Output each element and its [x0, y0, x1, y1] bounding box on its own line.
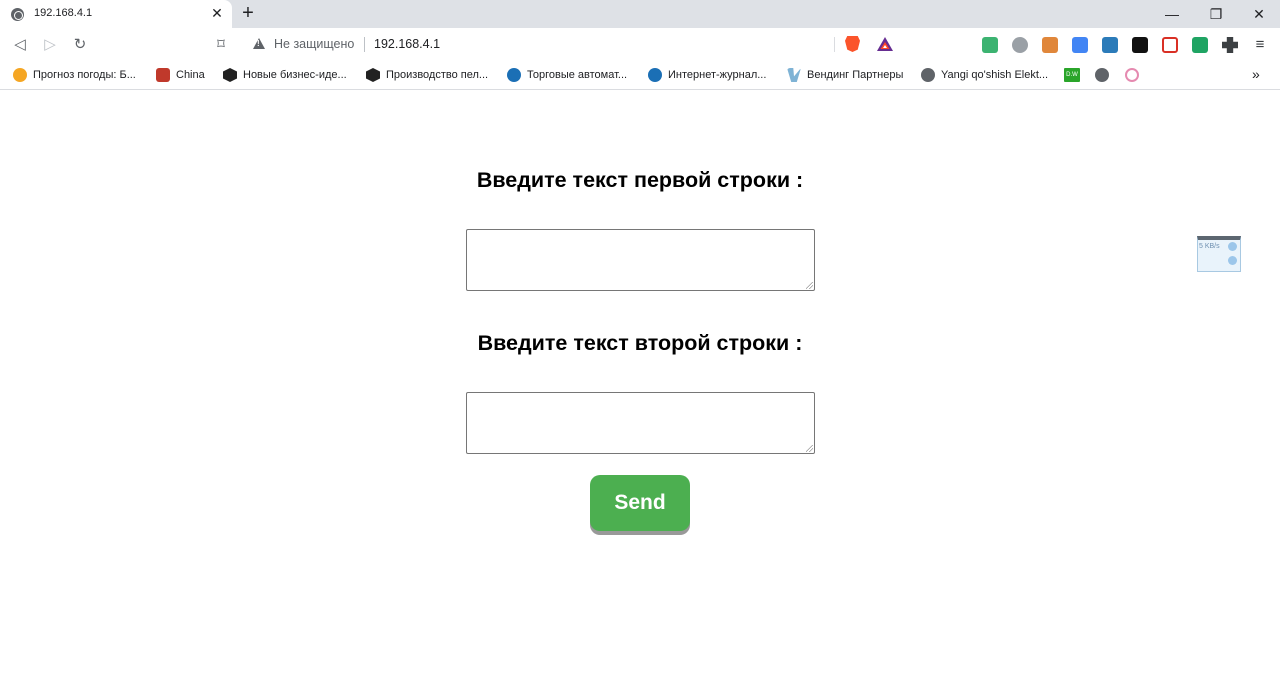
extensions-puzzle-icon[interactable]: [1222, 37, 1238, 53]
bookmark-label: Интернет-журнал...: [668, 69, 767, 81]
network-rate: 5 KB/s: [1199, 243, 1220, 250]
globe-extension-icon[interactable]: [1012, 37, 1028, 53]
bookmark-label: Торговые автомат...: [527, 69, 628, 81]
bookmark-label: Вендинг Партнеры: [807, 69, 904, 81]
omnibox-divider: [834, 37, 835, 52]
bookmark-item[interactable]: China: [156, 67, 205, 83]
second-line-heading: Введите текст второй строки :: [477, 331, 803, 355]
first-line-textarea[interactable]: [466, 229, 815, 291]
bookmarks-bar: Прогноз погоды: Б... China Новые бизнес-…: [0, 61, 1280, 90]
reload-button[interactable]: ↻: [71, 36, 89, 54]
bookmark-label: Новые бизнес-иде...: [243, 69, 347, 81]
security-label[interactable]: Не защищено: [274, 37, 354, 51]
send-button[interactable]: Send: [590, 475, 690, 531]
china-icon: [156, 68, 170, 82]
new-tab-button[interactable]: +: [238, 3, 258, 23]
bookmark-label: Производство пел...: [386, 69, 489, 81]
bookmark-item[interactable]: Интернет-журнал...: [648, 67, 766, 83]
tab-title: 192.168.4.1: [34, 7, 93, 19]
bookmark-label: China: [176, 69, 205, 81]
bookmark-item[interactable]: D.W: [1064, 67, 1086, 83]
ib-icon: [223, 68, 237, 82]
warning-icon[interactable]: [253, 38, 265, 49]
second-line-textarea[interactable]: [466, 392, 815, 454]
restore-button[interactable]: ❐: [1204, 4, 1228, 24]
bookmark-item[interactable]: [1095, 67, 1115, 83]
bookmark-item[interactable]: Вендинг Партнеры: [787, 67, 903, 83]
browser-tab[interactable]: 192.168.4.1 ✕: [0, 0, 232, 28]
tab-strip: 192.168.4.1 ✕ + — ❐ ✕: [0, 0, 1280, 28]
address-bar[interactable]: Не защищено 192.168.4.1: [242, 32, 900, 57]
url-text[interactable]: 192.168.4.1: [374, 37, 440, 51]
bookmark-item[interactable]: Новые бизнес-иде...: [223, 67, 347, 83]
minimize-button[interactable]: —: [1160, 4, 1184, 24]
bookmark-item[interactable]: Производство пел...: [366, 67, 488, 83]
gmail-icon[interactable]: [1162, 37, 1178, 53]
back-button[interactable]: ◁: [11, 36, 29, 54]
globe-icon: [1095, 68, 1109, 82]
sun-icon: [13, 68, 27, 82]
translate-icon[interactable]: [1072, 37, 1088, 53]
extension-icon[interactable]: [982, 37, 998, 53]
globe-icon: [921, 68, 935, 82]
first-line-heading: Введите текст первой строки :: [476, 168, 804, 192]
k-icon: [507, 68, 521, 82]
brave-shields-icon[interactable]: [845, 36, 860, 52]
omnibox-divider: [364, 37, 365, 52]
bookmark-item[interactable]: Yangi qo'shish Elekt...: [921, 67, 1048, 83]
bookmarks-more-button[interactable]: »: [1252, 66, 1260, 82]
bookmark-item[interactable]: Прогноз погоды: Б...: [13, 67, 136, 83]
extension-icon[interactable]: [1132, 37, 1148, 53]
dw-icon: D.W: [1064, 68, 1080, 82]
flower-icon: [1125, 68, 1139, 82]
extension-icon[interactable]: [1042, 37, 1058, 53]
brave-rewards-icon[interactable]: [876, 36, 894, 52]
network-speed-widget[interactable]: 5 KB/s: [1197, 236, 1241, 272]
close-tab-icon[interactable]: ✕: [209, 5, 225, 21]
bookmark-label: Прогноз погоды: Б...: [33, 69, 136, 81]
globe-icon: [11, 8, 24, 21]
bookmark-item[interactable]: Торговые автомат...: [507, 67, 627, 83]
download-icon: [1228, 256, 1237, 265]
ib-icon: [366, 68, 380, 82]
upload-icon: [1228, 242, 1237, 251]
browser-toolbar: ◁ ▷ ↻ ⌑ Не защищено 192.168.4.1 ≡: [0, 28, 1280, 61]
close-window-button[interactable]: ✕: [1247, 4, 1271, 24]
v-icon: [787, 68, 801, 82]
k-icon: [648, 68, 662, 82]
menu-icon[interactable]: ≡: [1251, 36, 1269, 54]
bookmark-icon[interactable]: ⌑: [212, 36, 230, 54]
extension-icon[interactable]: [1102, 37, 1118, 53]
forward-button[interactable]: ▷: [41, 36, 59, 54]
mail-extension-icon[interactable]: [1192, 37, 1208, 53]
bookmark-label: Yangi qo'shish Elekt...: [941, 69, 1049, 81]
bookmark-item[interactable]: [1125, 67, 1145, 83]
